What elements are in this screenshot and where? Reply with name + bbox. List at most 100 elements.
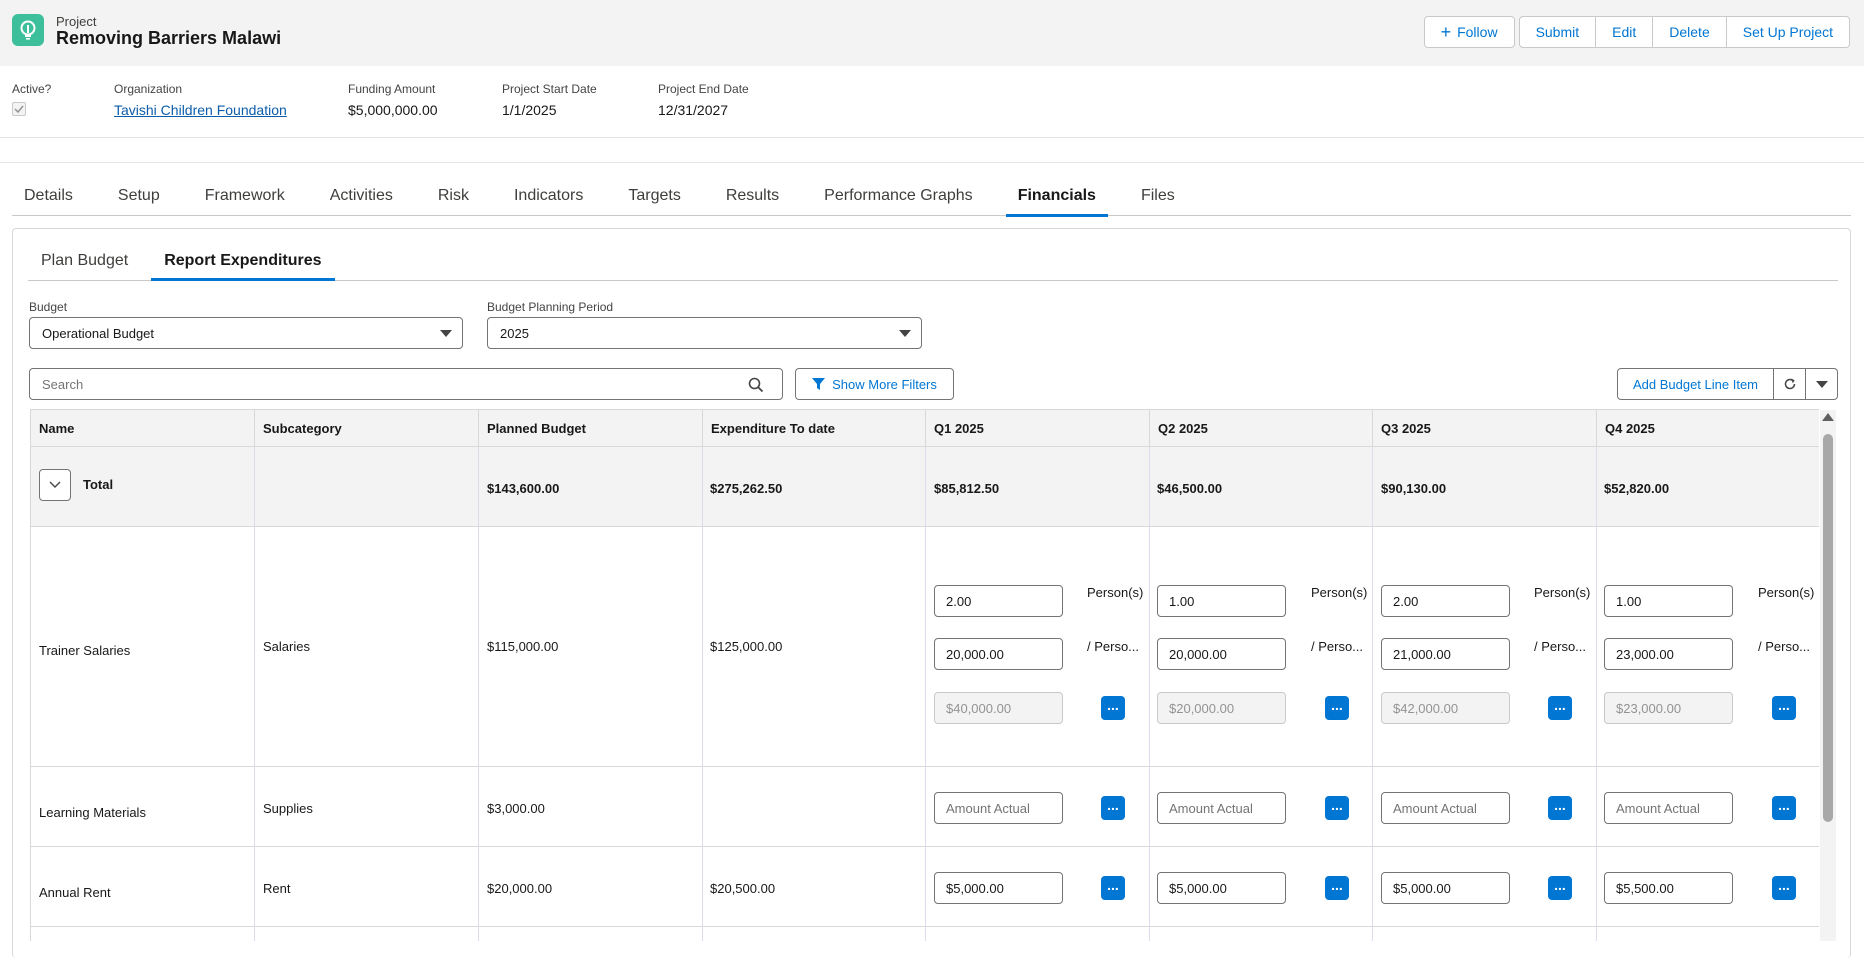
- highlight-funding: Funding Amount $5,000,000.00: [348, 82, 438, 118]
- grid-vertical-scrollbar[interactable]: [1820, 410, 1836, 941]
- refresh-icon: [1784, 378, 1795, 390]
- quantity-input[interactable]: 2.00: [1381, 585, 1510, 617]
- more-actions-button[interactable]: ...: [1101, 876, 1125, 900]
- tab-performance-graphs[interactable]: Performance Graphs: [812, 176, 985, 216]
- tab-activities[interactable]: Activities: [318, 176, 405, 216]
- refresh-button[interactable]: [1774, 368, 1806, 400]
- column-header-q4[interactable]: Q4 2025: [1597, 410, 1819, 447]
- amount-actual-input[interactable]: $5,500.00: [1604, 872, 1733, 904]
- header-actions: + Follow Submit Edit Delete Set Up Proje…: [1423, 16, 1850, 48]
- tab-details[interactable]: Details: [12, 176, 85, 216]
- more-actions-button[interactable]: ...: [1101, 796, 1125, 820]
- tab-targets[interactable]: Targets: [616, 176, 692, 216]
- tab-results[interactable]: Results: [714, 176, 791, 216]
- period-select-value: 2025: [500, 325, 529, 341]
- column-divider: [1149, 447, 1150, 941]
- column-divider: [1596, 447, 1597, 941]
- show-more-filters-button[interactable]: Show More Filters: [795, 368, 954, 400]
- amount-actual-input[interactable]: $5,000.00: [1157, 872, 1286, 904]
- column-header-name[interactable]: Name: [31, 410, 255, 447]
- rate-unit-label: / Perso...: [1087, 639, 1140, 654]
- submit-button[interactable]: Submit: [1518, 16, 1597, 48]
- budget-select-value: Operational Budget: [42, 325, 155, 341]
- column-header-subcategory[interactable]: Subcategory: [255, 410, 479, 447]
- set-up-project-button[interactable]: Set Up Project: [1726, 16, 1850, 48]
- ellipsis-icon: ...: [1107, 877, 1119, 893]
- follow-button[interactable]: + Follow: [1423, 16, 1515, 48]
- column-header-q2[interactable]: Q2 2025: [1150, 410, 1373, 447]
- lightbulb-icon: [20, 20, 36, 40]
- row-name: Annual Rent: [39, 885, 111, 900]
- row-planned: $115,000.00: [487, 639, 559, 654]
- tab-files[interactable]: Files: [1129, 176, 1187, 216]
- scroll-up-arrow-icon[interactable]: [1822, 413, 1834, 421]
- more-actions-button[interactable]: ...: [1772, 796, 1796, 820]
- budget-label: Budget: [29, 300, 68, 314]
- scrollbar-thumb[interactable]: [1823, 434, 1833, 822]
- column-header-q1[interactable]: Q1 2025: [926, 410, 1150, 447]
- rate-input[interactable]: 20,000.00: [934, 638, 1063, 670]
- more-actions-button[interactable]: ...: [1548, 796, 1572, 820]
- total-label: Total: [83, 477, 114, 492]
- row-expenditure: $125,000.00: [710, 639, 783, 654]
- more-actions-button[interactable]: ...: [1772, 876, 1796, 900]
- sub-tabs: Plan Budget Report Expenditures: [28, 248, 1838, 281]
- column-divider: [1372, 447, 1373, 941]
- follow-label: Follow: [1457, 24, 1498, 40]
- tab-plan-budget[interactable]: Plan Budget: [28, 248, 141, 280]
- row-subcategory: Supplies: [263, 801, 313, 816]
- rate-input[interactable]: 20,000.00: [1157, 638, 1286, 670]
- more-actions-button[interactable]: ...: [1325, 796, 1349, 820]
- more-actions-button[interactable]: ...: [1101, 696, 1125, 720]
- tab-framework[interactable]: Framework: [193, 176, 297, 216]
- budget-select[interactable]: Operational Budget: [29, 317, 463, 349]
- amount-actual-input[interactable]: Amount Actual: [934, 792, 1063, 824]
- ellipsis-icon: ...: [1331, 877, 1343, 893]
- active-label: Active?: [12, 82, 52, 96]
- checkmark-icon: [14, 105, 24, 113]
- more-actions-button[interactable]: ...: [1325, 876, 1349, 900]
- amount-actual-input[interactable]: Amount Actual: [1381, 792, 1510, 824]
- grid-menu-button[interactable]: [1806, 368, 1838, 400]
- amount-actual-input[interactable]: Amount Actual: [1157, 792, 1286, 824]
- quantity-input[interactable]: 1.00: [1157, 585, 1286, 617]
- line-total-field: $42,000.00: [1381, 692, 1510, 724]
- delete-button[interactable]: Delete: [1653, 16, 1727, 48]
- tab-financials[interactable]: Financials: [1005, 176, 1109, 217]
- ellipsis-icon: ...: [1331, 697, 1343, 713]
- add-budget-line-item-button[interactable]: Add Budget Line Item: [1616, 368, 1774, 400]
- period-select[interactable]: 2025: [487, 317, 922, 349]
- column-divider: [925, 447, 926, 941]
- row-subcategory: Salaries: [263, 639, 310, 654]
- amount-actual-input[interactable]: Amount Actual: [1604, 792, 1733, 824]
- total-q1: $85,812.50: [934, 481, 1000, 496]
- quantity-input[interactable]: 1.00: [1604, 585, 1733, 617]
- object-type-label: Project: [56, 14, 97, 29]
- organization-link[interactable]: Tavishi Children Foundation: [114, 102, 287, 118]
- column-header-q3[interactable]: Q3 2025: [1373, 410, 1597, 447]
- divider: [0, 137, 1864, 138]
- highlight-start-date: Project Start Date 1/1/2025: [502, 82, 597, 118]
- column-header-planned-budget[interactable]: Planned Budget: [479, 410, 703, 447]
- more-actions-button[interactable]: ...: [1548, 876, 1572, 900]
- edit-button[interactable]: Edit: [1596, 16, 1654, 48]
- amount-actual-input[interactable]: $5,000.00: [934, 872, 1063, 904]
- tab-risk[interactable]: Risk: [426, 176, 481, 216]
- unit-label: Person(s): [1087, 585, 1144, 600]
- search-input[interactable]: Search: [29, 368, 783, 400]
- total-expenditure: $275,262.50: [710, 481, 783, 496]
- quantity-input[interactable]: 2.00: [934, 585, 1063, 617]
- column-header-expenditure[interactable]: Expenditure To date: [703, 410, 926, 447]
- more-actions-button[interactable]: ...: [1548, 696, 1572, 720]
- rate-input[interactable]: 21,000.00: [1381, 638, 1510, 670]
- rate-input[interactable]: 23,000.00: [1604, 638, 1733, 670]
- tab-indicators[interactable]: Indicators: [502, 176, 595, 216]
- more-actions-button[interactable]: ...: [1772, 696, 1796, 720]
- collapse-toggle-button[interactable]: [39, 469, 71, 501]
- period-label: Budget Planning Period: [487, 300, 614, 314]
- tab-report-expenditures[interactable]: Report Expenditures: [151, 248, 335, 281]
- ellipsis-icon: ...: [1554, 797, 1566, 813]
- amount-actual-input[interactable]: $5,000.00: [1381, 872, 1510, 904]
- tab-setup[interactable]: Setup: [106, 176, 172, 216]
- more-actions-button[interactable]: ...: [1325, 696, 1349, 720]
